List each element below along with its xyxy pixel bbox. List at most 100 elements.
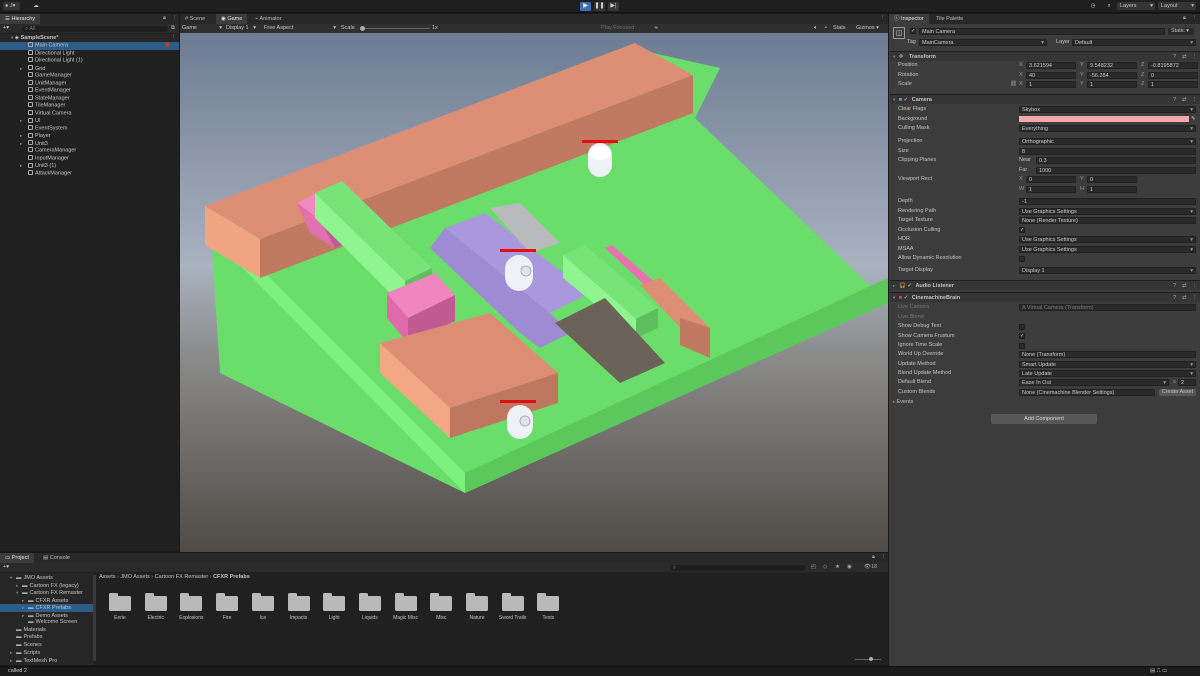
tab-game[interactable]: ◉ Game <box>216 14 248 24</box>
panel-menu-icon[interactable]: ⋮ <box>1192 15 1198 21</box>
search-by-type-icon[interactable]: ◰ <box>811 564 816 570</box>
hierarchy-item-directional-light[interactable]: Directional Light <box>0 49 179 58</box>
enabled-check-icon[interactable]: ✓ <box>907 283 912 289</box>
create-button[interactable]: +▾ <box>3 25 9 31</box>
help-icon[interactable]: ? <box>1173 95 1176 105</box>
update-method-dropdown[interactable]: Smart Update <box>1019 360 1196 368</box>
tab-console[interactable]: ▤ Console <box>38 553 75 563</box>
expand-arrow-icon[interactable]: ▸ <box>20 162 28 170</box>
aspect-dropdown[interactable]: Free Aspect ▾ <box>264 24 336 33</box>
search-icon[interactable]: ⌕ <box>1104 2 1114 10</box>
tab-scene[interactable]: # Scene <box>180 14 210 24</box>
projection-dropdown[interactable]: Orthographic <box>1019 138 1196 145</box>
project-tree-item-scenes[interactable]: ▬ Scenes <box>0 642 93 650</box>
help-icon[interactable]: ? <box>1173 293 1176 303</box>
tab-project[interactable]: ▭ Project <box>0 553 34 563</box>
folder-nature[interactable]: Nature <box>459 587 495 629</box>
hierarchy-item-unit3[interactable]: ▸ Unit3 <box>0 140 179 148</box>
show-camera-frustum-checkbox[interactable]: ✓ <box>1019 333 1025 339</box>
project-tree-item-scripts[interactable]: ▸ ▬ Scripts <box>0 649 93 657</box>
clear-flags-dropdown[interactable]: Skybox <box>1019 106 1196 113</box>
project-tree-item-cartoon-fx-legacy[interactable]: ▸ ▬ Cartoon FX (legacy) <box>0 582 93 590</box>
hierarchy-search[interactable]: ⌕ All <box>22 25 168 32</box>
favorites-icon[interactable]: ★ <box>835 564 840 570</box>
mute-audio-icon[interactable]: 🔈︎ <box>814 24 817 33</box>
world-up-override-field[interactable]: None (Transform) <box>1019 351 1196 358</box>
folder-misc[interactable]: Misc <box>423 587 459 629</box>
display-dropdown[interactable]: Display 1 ▾ <box>226 24 256 33</box>
occlusion-culling-checkbox[interactable]: ✓ <box>1019 227 1025 233</box>
lock-icon[interactable]: 🔒︎ <box>163 15 166 22</box>
tab-animator[interactable]: ⌁ Animator <box>250 14 287 24</box>
hierarchy-item-ui[interactable]: ▸ UI <box>0 117 179 125</box>
hierarchy-item-attackmanager[interactable]: AttackManager <box>0 169 179 178</box>
static-toggle[interactable]: Static ▾ <box>1168 28 1194 35</box>
create-button[interactable]: +▾ <box>3 564 9 570</box>
project-tree-item-prefabs[interactable]: ▬ Prefabs <box>0 634 93 642</box>
hdr-dropdown[interactable]: Use Graphics Settings <box>1019 236 1196 243</box>
settings-icon[interactable]: ◒ <box>655 24 658 33</box>
scene-row[interactable]: ▾ ◈ SampleScene* ⋮ <box>0 34 179 42</box>
step-button[interactable]: ▶| <box>608 2 619 11</box>
folder-ice[interactable]: Ice <box>245 587 281 629</box>
tree-scrollbar[interactable] <box>93 575 96 661</box>
create-asset-button[interactable]: Create Asset <box>1159 388 1196 396</box>
default-blend-dropdown[interactable]: Ease In Out <box>1019 379 1169 386</box>
component-menu-icon[interactable]: ⋮ <box>1192 293 1198 303</box>
target-display-dropdown[interactable]: Display 1 <box>1019 267 1196 274</box>
dynamic-resolution-checkbox[interactable] <box>1019 255 1025 262</box>
play-focused-dropdown[interactable]: Play Focused ▾ <box>601 24 657 33</box>
hierarchy-item-directional-light-1[interactable]: Directional Light (1) <box>0 57 179 65</box>
transform-header[interactable]: ▾ ✥ Transform ? ⇄ ⋮ <box>890 51 1200 61</box>
custom-blends-field[interactable]: None (Cinemachine Blender Settings) <box>1019 388 1155 396</box>
msaa-dropdown[interactable]: Use Graphics Settings <box>1019 245 1196 253</box>
hierarchy-item-grid[interactable]: ▸ Grid <box>0 65 179 73</box>
component-menu-icon[interactable]: ⋮ <box>1192 95 1198 105</box>
hierarchy-item-virtual-camera[interactable]: Virtual Camera <box>0 109 179 118</box>
project-tree-item-cartoon-fx-remaster[interactable]: ▾ ▬ Cartoon FX Remaster <box>0 589 93 597</box>
background-color-swatch[interactable] <box>1019 116 1189 122</box>
far-field[interactable]: 1000 <box>1036 166 1196 174</box>
transform-position-z-field[interactable]: -0.8195872 <box>1148 62 1198 69</box>
hierarchy-item-statemanager[interactable]: StateManager <box>0 94 179 103</box>
expand-arrow-icon[interactable]: ▸ <box>20 140 28 148</box>
project-tree-item-demo-assets[interactable]: ▸ ▬ Demo Assets <box>0 612 93 620</box>
folder-impacts[interactable]: Impacts <box>281 587 317 629</box>
tag-dropdown[interactable]: MainCamera <box>919 39 1047 46</box>
hierarchy-item-unitmanager[interactable]: UnitManager <box>0 79 179 88</box>
lock-icon[interactable]: 🔒︎ <box>872 554 875 561</box>
preset-icon[interactable]: ⇄ <box>1182 95 1187 105</box>
filter-icon[interactable]: ⧉ <box>171 25 175 32</box>
gizmos-button[interactable]: Gizmos ▾ <box>856 24 879 33</box>
folder-liquids[interactable]: Liquids <box>352 587 388 629</box>
transform-scale-z-field[interactable]: 1 <box>1148 81 1198 88</box>
expand-arrow-icon[interactable]: ▸ <box>20 132 28 140</box>
near-field[interactable]: 0.3 <box>1036 157 1196 164</box>
camera-header[interactable]: ▾ ■ ✓ Camera ? ⇄ ⋮ <box>890 94 1200 104</box>
viewport-h-field[interactable]: 1 <box>1087 185 1137 193</box>
blend-update-method-dropdown[interactable]: Late Update <box>1019 370 1196 377</box>
project-tree-item-materials[interactable]: ▬ Materials <box>0 627 93 635</box>
ignore-time-scale-checkbox[interactable] <box>1019 342 1025 349</box>
enabled-check-icon[interactable]: ✓ <box>904 97 909 103</box>
transform-scale-x-field[interactable]: 1 <box>1026 81 1076 88</box>
object-name-field[interactable]: Main Camera <box>919 28 1165 35</box>
add-component-button[interactable]: Add Component <box>991 414 1097 424</box>
size-field[interactable]: 8 <box>1019 147 1196 155</box>
folder-explosions[interactable]: Explosions <box>173 587 209 629</box>
transform-rotation-z-field[interactable]: 0 <box>1148 71 1198 79</box>
help-icon[interactable]: ? <box>1173 52 1176 62</box>
zoom-slider[interactable] <box>855 657 881 661</box>
scale-slider-handle[interactable] <box>360 26 365 31</box>
culling-mask-dropdown[interactable]: Everything <box>1019 125 1196 132</box>
depth-field[interactable]: -1 <box>1019 198 1196 205</box>
folder-eerie[interactable]: Eerie <box>102 587 138 629</box>
memory-icon[interactable]: ▤ <box>1150 668 1155 674</box>
transform-position-y-field[interactable]: 9.548232 <box>1087 62 1137 69</box>
show-debug-text-checkbox[interactable] <box>1019 323 1025 330</box>
project-tree-item-jmo-assets[interactable]: ▾ ▬ JMO Assets <box>0 574 93 582</box>
play-button[interactable]: ▶ <box>580 2 591 11</box>
panel-menu-icon[interactable]: ⋮ <box>880 15 886 21</box>
breadcrumb-jmo-assets[interactable]: JMO Assets <box>120 574 149 580</box>
layout-dropdown[interactable]: Layout ▾ <box>1158 2 1196 10</box>
